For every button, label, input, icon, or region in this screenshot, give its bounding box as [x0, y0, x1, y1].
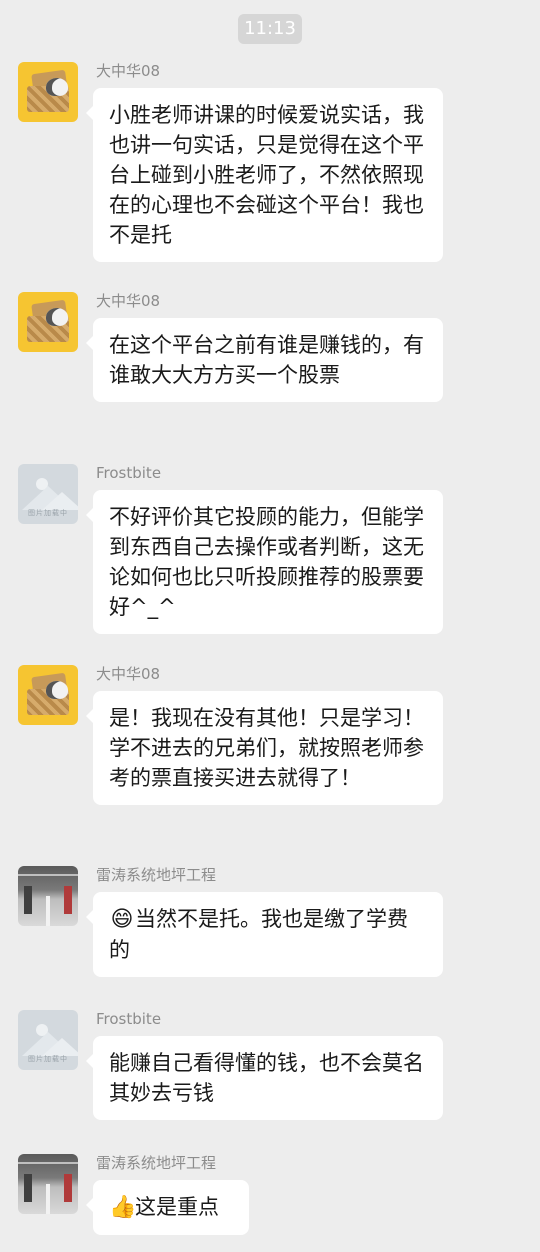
- avatar-placeholder-text: 图片加载中: [28, 1055, 68, 1063]
- message-bubble[interactable]: 在这个平台之前有谁是赚钱的，有谁敢大大方方买一个股票: [86, 318, 443, 402]
- cat-in-basket-avatar[interactable]: [18, 62, 78, 122]
- message-text: 是！我现在没有其他！只是学习！学不进去的兄弟们，就按照老师参考的票直接买进去就得…: [109, 706, 424, 790]
- message-bubble[interactable]: 不好评价其它投顾的能力，但能学到东西自己去操作或者判断，这无论如何也比只听投顾推…: [86, 490, 443, 634]
- message-text: 小胜老师讲课的时候爱说实话，我也讲一句实话，只是觉得在这个平台上碰到小胜老师了，…: [109, 103, 424, 247]
- sender-name: 大中华08: [96, 665, 161, 683]
- grinning-face-emoji-icon: 😄: [110, 907, 134, 932]
- message-bubble[interactable]: 😄当然不是托。我也是缴了学费的: [86, 892, 443, 977]
- sender-name: Frostbite: [96, 464, 162, 482]
- message-text: 能赚自己看得懂的钱，也不会莫名其妙去亏钱: [109, 1051, 424, 1105]
- parking-garage-avatar[interactable]: [18, 866, 78, 926]
- message-bubble[interactable]: 小胜老师讲课的时候爱说实话，我也讲一句实话，只是觉得在这个平台上碰到小胜老师了，…: [86, 88, 443, 262]
- placeholder-image-avatar[interactable]: 图片加载中: [18, 1010, 78, 1070]
- sender-name: 雷涛系统地坪工程: [96, 866, 217, 884]
- cat-in-basket-avatar[interactable]: [18, 292, 78, 352]
- message-bubble[interactable]: 是！我现在没有其他！只是学习！学不进去的兄弟们，就按照老师参考的票直接买进去就得…: [86, 691, 443, 805]
- message-text: 当然不是托。我也是缴了学费的: [109, 907, 408, 962]
- parking-garage-avatar[interactable]: [18, 1154, 78, 1214]
- timestamp-pill: 11:13: [238, 14, 302, 44]
- message-text: 这是重点: [135, 1195, 219, 1219]
- sender-name: Frostbite: [96, 1010, 162, 1028]
- sender-name: 大中华08: [96, 292, 161, 310]
- thumbs-up-emoji-icon: 👍: [109, 1195, 137, 1220]
- placeholder-image-avatar[interactable]: 图片加载中: [18, 464, 78, 524]
- cat-in-basket-avatar[interactable]: [18, 665, 78, 725]
- sender-name: 大中华08: [96, 62, 161, 80]
- message-text: 不好评价其它投顾的能力，但能学到东西自己去操作或者判断，这无论如何也比只听投顾推…: [109, 505, 424, 619]
- message-bubble[interactable]: 能赚自己看得懂的钱，也不会莫名其妙去亏钱: [86, 1036, 443, 1120]
- avatar-placeholder-text: 图片加载中: [28, 509, 68, 517]
- message-text: 在这个平台之前有谁是赚钱的，有谁敢大大方方买一个股票: [109, 333, 424, 387]
- message-bubble[interactable]: 👍这是重点: [86, 1180, 249, 1235]
- sender-name: 雷涛系统地坪工程: [96, 1154, 217, 1172]
